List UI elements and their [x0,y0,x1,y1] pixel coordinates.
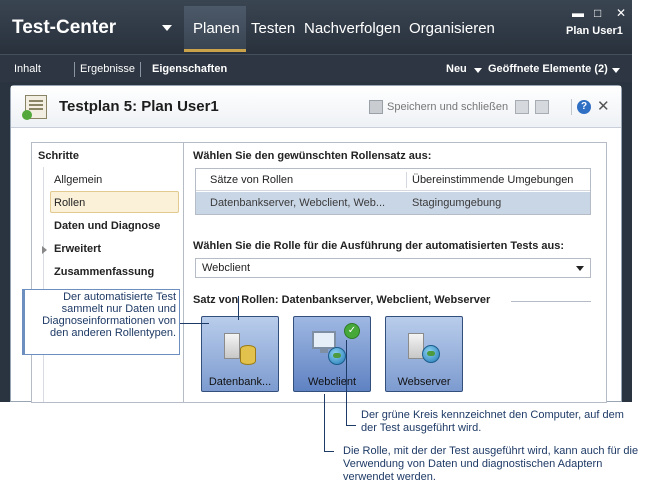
divider [74,62,75,77]
annotation-line [324,451,334,452]
callout-connector [238,296,239,320]
chevron-down-icon[interactable] [576,266,584,271]
nav-tab-planen[interactable]: Planen [193,20,240,37]
globe-icon [422,345,440,363]
panel-header: Testplan 5: Plan User1 Speichern und sch… [11,86,621,128]
role-card-webserver[interactable]: Webserver [385,316,463,392]
divider [511,301,591,302]
steps-panel: Schritte Allgemein Rollen Daten und Diag… [32,143,184,402]
page-title: Testplan 5: Plan User1 [59,98,219,115]
annotation-green-circle: Der grüne Kreis kennzeichnet den Compute… [361,409,624,434]
database-icon [240,345,256,365]
test-plan-icon [22,95,47,120]
step-allgemein[interactable]: Allgemein [54,174,102,186]
globe-icon [328,347,346,365]
annotation-line [346,340,347,426]
server-icon [224,333,240,359]
annotation-role-usage: Die Rolle, mit der der Test ausgeführt w… [343,445,639,483]
nav-tab-testen[interactable]: Testen [251,20,295,37]
annotation-line [346,425,356,426]
minimize-icon[interactable]: ▬ [572,6,584,20]
divider [571,99,572,115]
subnav-ergebnisse[interactable]: Ergebnisse [80,63,135,75]
role-set-table: Sätze von Rollen Übereinstimmende Umgebu… [195,168,591,215]
computer-icon [312,331,336,353]
properties-content: Schritte Allgemein Rollen Daten und Diag… [31,142,607,403]
new-menu[interactable]: Neu [446,63,467,75]
top-bar: Test-Center Planen Testen Nachverfolgen … [0,0,632,54]
save-close-icon[interactable] [369,100,383,114]
step-erweitert[interactable]: Erweitert [54,243,101,255]
nav-tab-organisieren[interactable]: Organisieren [409,20,495,37]
role-select[interactable]: Webclient [195,258,591,278]
save-icon[interactable] [515,100,529,114]
expand-arrow-icon[interactable] [42,246,47,254]
column-header[interactable]: Übereinstimmende Umgebungen [412,174,573,186]
green-check-icon: ✓ [344,323,360,339]
role-select-value: Webclient [202,262,251,274]
maximize-icon[interactable]: □ [594,6,601,20]
role-card-label: Datenbank... [208,376,272,388]
refresh-icon[interactable] [535,100,549,114]
chevron-down-icon[interactable] [474,68,482,73]
table-row[interactable]: Datenbankserver, Webclient, Web... Stagi… [196,192,590,214]
subnav-inhalt[interactable]: Inhalt [14,63,41,75]
step-zusammenfassung[interactable]: Zusammenfassung [54,266,154,278]
roles-panel: Wählen Sie den gewünschten Rollensatz au… [185,143,606,402]
table-header: Sätze von Rollen Übereinstimmende Umgebu… [196,169,590,191]
subnav-eigenschaften[interactable]: Eigenschaften [152,63,227,75]
callout-connector [180,323,209,324]
step-daten-und-diagnose[interactable]: Daten und Diagnose [54,220,160,232]
open-items-menu[interactable]: Geöffnete Elemente (2) [488,63,608,75]
role-card-webclient[interactable]: ✓ Webclient [293,316,371,392]
role-card-label: Webserver [397,376,451,388]
help-icon[interactable]: ? [577,100,591,114]
callout-other-roles: Der automatisierte Test sammelt nur Date… [22,289,180,355]
role-set-cell: Datenbankserver, Webclient, Web... [210,197,386,209]
column-divider [406,172,407,188]
role-card-label: Webclient [307,376,357,388]
column-header[interactable]: Sätze von Rollen [210,174,293,186]
app-title: Test-Center [12,17,117,38]
step-rollen[interactable]: Rollen [54,197,85,209]
close-window-icon[interactable]: ✕ [616,6,626,20]
annotation-line [324,394,325,452]
sub-toolbar: Inhalt Ergebnisse Eigenschaften Neu Geöf… [0,54,632,82]
role-card-datenbankserver[interactable]: Datenbank... [201,316,279,392]
user-name: Plan User1 [566,25,623,37]
role-set-label: Wählen Sie den gewünschten Rollensatz au… [193,150,432,162]
nav-tab-nachverfolgen[interactable]: Nachverfolgen [304,20,401,37]
environment-cell: Stagingumgebung [412,197,502,209]
app-menu-dropdown-icon[interactable] [162,25,172,31]
steps-header: Schritte [38,150,79,162]
divider [140,62,141,77]
save-close-button[interactable]: Speichern und schließen [387,101,508,113]
chevron-down-icon[interactable] [612,68,620,73]
close-icon[interactable]: ✕ [597,97,610,115]
role-select-label: Wählen Sie die Rolle für die Ausführung … [193,240,565,252]
